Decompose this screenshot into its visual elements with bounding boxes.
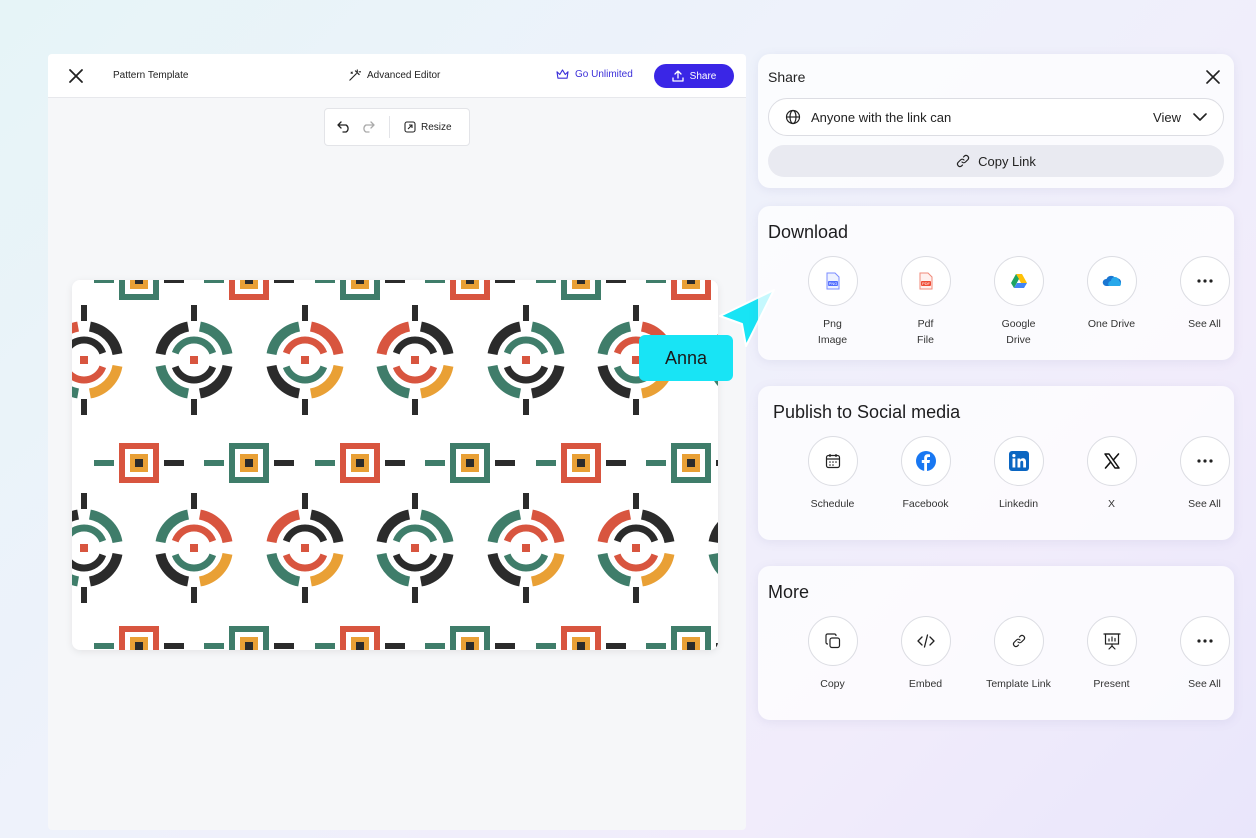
download-options: PNG Png Image PDF Pdf File Google Drive … bbox=[786, 256, 1251, 348]
template-title: Pattern Template bbox=[113, 70, 189, 81]
toolbar-divider bbox=[389, 116, 390, 138]
close-icon[interactable] bbox=[1206, 70, 1220, 84]
access-level-value: View bbox=[1153, 109, 1181, 125]
editor-topbar: Pattern Template Advanced Editor Go Unli… bbox=[48, 54, 746, 98]
present-option[interactable]: Present bbox=[1065, 616, 1158, 692]
onedrive-label: One Drive bbox=[1087, 318, 1136, 330]
social-title: Publish to Social media bbox=[773, 402, 961, 422]
copy-link-button[interactable]: Copy Link bbox=[768, 145, 1224, 177]
copy-icon bbox=[807, 616, 858, 666]
copy-option[interactable]: Copy bbox=[786, 616, 879, 692]
schedule-label: Schedule bbox=[810, 498, 855, 510]
google-drive-icon bbox=[993, 256, 1044, 306]
social-see-all-label: See All bbox=[1188, 498, 1221, 510]
upload-icon bbox=[672, 70, 684, 82]
svg-text:PNG: PNG bbox=[828, 281, 837, 286]
embed-option[interactable]: Embed bbox=[879, 616, 972, 692]
download-see-all[interactable]: See All bbox=[1158, 256, 1251, 348]
magic-wand-icon bbox=[349, 69, 361, 81]
editor-panel: Pattern Template Advanced Editor Go Unli… bbox=[48, 54, 746, 830]
linkedin-icon bbox=[993, 436, 1044, 486]
png-icon: PNG bbox=[807, 256, 858, 306]
share-title: Share bbox=[768, 69, 806, 85]
facebook-option[interactable]: Facebook bbox=[879, 436, 972, 512]
resize-icon bbox=[404, 121, 416, 133]
present-label: Present bbox=[1093, 678, 1130, 690]
close-icon[interactable] bbox=[68, 68, 84, 84]
copy-label: Copy bbox=[820, 678, 845, 690]
facebook-icon bbox=[900, 436, 951, 486]
pattern-canvas[interactable] bbox=[72, 280, 718, 650]
redo-icon[interactable] bbox=[361, 121, 375, 133]
collaborator-label: Anna bbox=[639, 335, 733, 381]
link-access-text: Anyone with the link can bbox=[811, 109, 952, 125]
go-unlimited-button[interactable]: Go Unlimited bbox=[556, 69, 633, 80]
onedrive-icon bbox=[1086, 256, 1137, 306]
download-see-all-label: See All bbox=[1188, 318, 1221, 330]
more-icon bbox=[1179, 436, 1230, 486]
social-card: Publish to Social media Schedule Faceboo… bbox=[758, 386, 1234, 540]
social-see-all[interactable]: See All bbox=[1158, 436, 1251, 512]
download-png-label: Png Image bbox=[817, 318, 848, 346]
social-options: Schedule Facebook Linkedin X See All bbox=[786, 436, 1251, 512]
advanced-editor-button[interactable]: Advanced Editor bbox=[348, 69, 440, 82]
google-drive-option[interactable]: Google Drive bbox=[972, 256, 1065, 348]
facebook-label: Facebook bbox=[902, 498, 949, 510]
advanced-editor-label: Advanced Editor bbox=[367, 70, 441, 81]
undo-icon[interactable] bbox=[337, 121, 351, 133]
more-title: More bbox=[768, 582, 810, 602]
present-icon bbox=[1086, 616, 1137, 666]
share-button-label: Share bbox=[689, 70, 717, 82]
share-button[interactable]: Share bbox=[654, 64, 734, 88]
more-options: Copy Embed Template Link Present See All bbox=[786, 616, 1251, 692]
download-pdf-option[interactable]: PDF Pdf File bbox=[879, 256, 972, 348]
chevron-down-icon bbox=[1193, 113, 1207, 121]
more-card: More Copy Embed Template Link Present Se… bbox=[758, 566, 1234, 720]
go-unlimited-label: Go Unlimited bbox=[575, 69, 633, 80]
resize-label: Resize bbox=[421, 121, 452, 133]
more-icon bbox=[1179, 616, 1230, 666]
more-icon bbox=[1179, 256, 1230, 306]
schedule-option[interactable]: Schedule bbox=[786, 436, 879, 512]
linkedin-option[interactable]: Linkedin bbox=[972, 436, 1065, 512]
linkedin-label: Linkedin bbox=[998, 498, 1039, 510]
embed-label: Embed bbox=[908, 678, 943, 690]
onedrive-option[interactable]: One Drive bbox=[1065, 256, 1158, 348]
download-png-option[interactable]: PNG Png Image bbox=[786, 256, 879, 348]
resize-button[interactable]: Resize bbox=[404, 121, 452, 133]
canvas-toolbar: Resize bbox=[324, 108, 470, 146]
template-link-label: Template Link bbox=[986, 678, 1051, 690]
link-icon bbox=[957, 154, 970, 168]
download-pdf-label: Pdf File bbox=[917, 318, 934, 346]
globe-icon bbox=[785, 109, 801, 125]
svg-text:PDF: PDF bbox=[922, 281, 931, 286]
share-card: Share Anyone with the link can View Copy… bbox=[758, 54, 1234, 188]
link-access-dropdown[interactable]: Anyone with the link can View bbox=[768, 98, 1224, 136]
crown-icon bbox=[556, 69, 569, 79]
pattern-artwork bbox=[72, 280, 718, 650]
collaborator-name: Anna bbox=[664, 347, 708, 368]
more-see-all[interactable]: See All bbox=[1158, 616, 1251, 692]
x-icon bbox=[1086, 436, 1137, 486]
calendar-icon bbox=[807, 436, 858, 486]
google-drive-label: Google Drive bbox=[1001, 318, 1036, 346]
template-link-option[interactable]: Template Link bbox=[972, 616, 1065, 692]
more-see-all-label: See All bbox=[1188, 678, 1221, 690]
copy-link-label: Copy Link bbox=[978, 153, 1036, 169]
download-card: Download PNG Png Image PDF Pdf File Goog… bbox=[758, 206, 1234, 360]
embed-icon bbox=[900, 616, 951, 666]
pdf-icon: PDF bbox=[900, 256, 951, 306]
download-title: Download bbox=[768, 222, 849, 242]
x-option[interactable]: X bbox=[1065, 436, 1158, 512]
x-label: X bbox=[1107, 498, 1115, 510]
access-level-select[interactable]: View bbox=[1153, 110, 1207, 125]
link-icon bbox=[993, 616, 1044, 666]
